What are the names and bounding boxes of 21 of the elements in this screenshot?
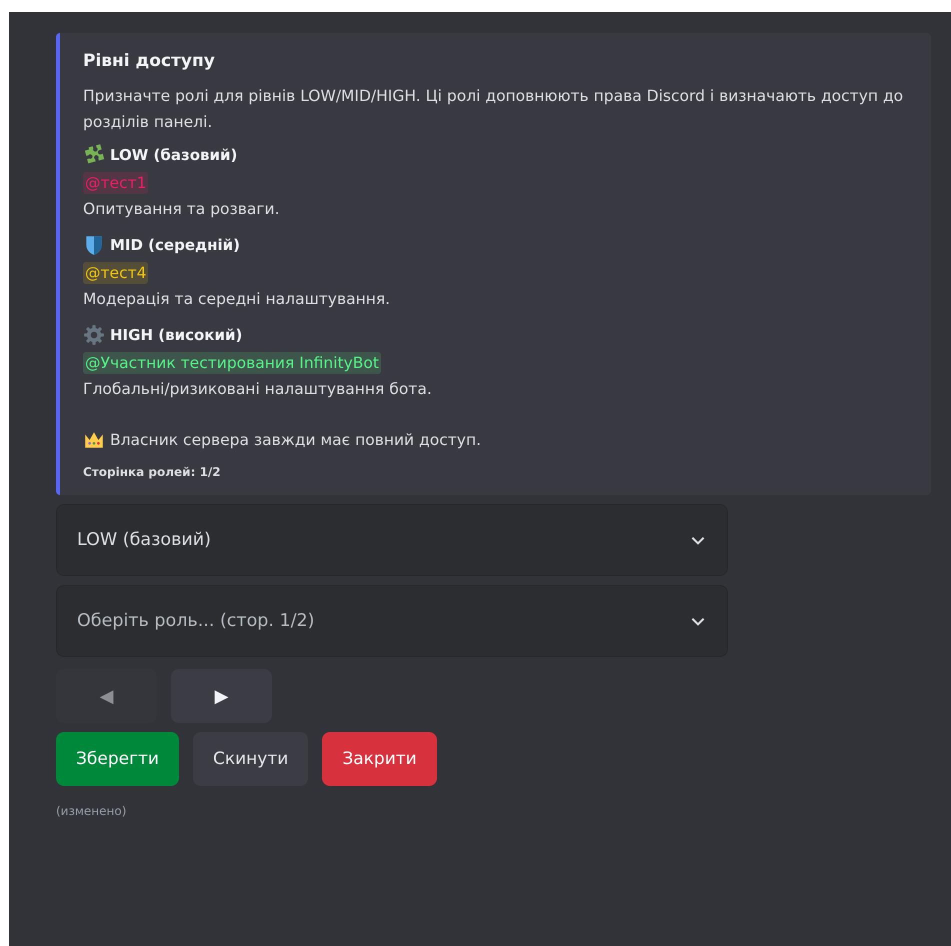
role-mention[interactable]: @тест4 (83, 262, 148, 284)
level-description: Глобальні/ризиковані налаштування бота. (83, 379, 433, 400)
page-button[interactable]: ▶ (171, 669, 272, 723)
select-dropdown[interactable]: LOW (базовий) (56, 504, 728, 576)
embed-title: Рівні доступу (83, 51, 216, 71)
owner-note: Власник сервера завжди має повний доступ. (110, 431, 482, 449)
action-button[interactable]: Скинути (192, 732, 308, 786)
level-name: LOW (базовий) (110, 145, 238, 166)
role-mention[interactable]: @Участник тестирования InfinityBot (83, 352, 381, 374)
action-button[interactable]: Закрити (322, 732, 437, 786)
action-button[interactable]: Зберегти (56, 732, 179, 786)
edited-label: (изменено) (56, 804, 128, 818)
embed-footer: Сторінка ролей: 1/2 (83, 465, 911, 479)
select-dropdown[interactable]: Оберіть роль... (стор. 1/2) (56, 585, 728, 657)
embed-description: Призначте ролі для рівнів LOW/MID/HIGH. Ці ролі доповнюють права Discord і визначають доступ до розділів панелі. (83, 86, 904, 133)
level-name: MID (середній) (110, 235, 240, 256)
level-name: HIGH (високий) (110, 325, 242, 346)
puzzle-icon (83, 144, 105, 166)
gear-icon (83, 324, 105, 346)
level-description: Модерація та середні налаштування. (83, 289, 392, 310)
level-description: Опитування та розваги. (83, 199, 281, 220)
